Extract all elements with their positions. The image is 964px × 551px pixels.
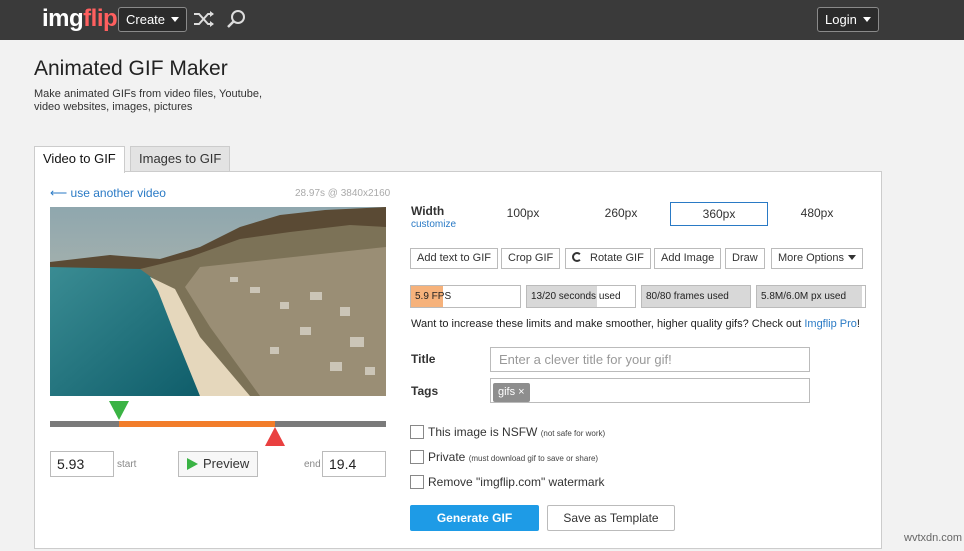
pixels-meter: 5.8M/6.0M px used bbox=[756, 285, 866, 308]
tag-chip[interactable]: gifs × bbox=[493, 383, 530, 402]
frames-meter: 80/80 frames used bbox=[641, 285, 751, 308]
search-icon[interactable] bbox=[226, 9, 246, 29]
fps-meter: 5.9 FPS bbox=[410, 285, 521, 308]
watermark-checkbox-row[interactable]: Remove "imgflip.com" watermark bbox=[410, 475, 605, 491]
imgflip-pro-link[interactable]: Imgflip Pro bbox=[804, 318, 857, 330]
chevron-down-icon bbox=[848, 255, 857, 260]
generate-gif-button[interactable]: Generate GIF bbox=[410, 505, 539, 531]
private-checkbox[interactable] bbox=[410, 450, 424, 464]
upgrade-notice: Want to increase these limits and make s… bbox=[411, 318, 860, 330]
tags-input[interactable]: gifs × bbox=[490, 378, 810, 403]
shuffle-icon[interactable] bbox=[193, 10, 215, 28]
tab-images-to-gif[interactable]: Images to GIF bbox=[130, 146, 231, 172]
video-preview[interactable] bbox=[50, 207, 386, 396]
login-button[interactable]: Login bbox=[817, 7, 879, 32]
tab-video-to-gif[interactable]: Video to GIF bbox=[34, 146, 125, 173]
use-another-video-link[interactable]: ⟵ use another video bbox=[50, 186, 166, 200]
rotate-icon bbox=[572, 252, 582, 262]
play-icon bbox=[187, 458, 198, 470]
width-option-480[interactable]: 480px bbox=[768, 202, 866, 226]
width-option-100[interactable]: 100px bbox=[474, 202, 572, 226]
width-label: Width bbox=[411, 204, 445, 218]
save-as-template-button[interactable]: Save as Template bbox=[547, 505, 675, 531]
top-nav-bar: imgflip Create Login bbox=[0, 0, 964, 40]
video-meta: 28.97s @ 3840x2160 bbox=[295, 188, 391, 199]
end-time-input[interactable]: 19.4 bbox=[322, 451, 386, 477]
chevron-down-icon bbox=[171, 17, 180, 22]
title-label: Title bbox=[411, 352, 436, 366]
tags-label: Tags bbox=[411, 384, 439, 398]
start-marker-handle[interactable] bbox=[109, 401, 129, 420]
preview-button[interactable]: Preview bbox=[178, 451, 258, 477]
remove-watermark-checkbox[interactable] bbox=[410, 475, 424, 489]
customize-width-link[interactable]: customize bbox=[411, 219, 456, 230]
trim-selection[interactable] bbox=[119, 421, 275, 427]
title-input[interactable]: Enter a clever title for your gif! bbox=[490, 347, 810, 372]
create-menu-button[interactable]: Create bbox=[118, 7, 188, 32]
add-text-button[interactable]: Add text to GIF bbox=[410, 248, 498, 269]
draw-button[interactable]: Draw bbox=[725, 248, 765, 269]
nsfw-checkbox-row[interactable]: This image is NSFW (not safe for work) bbox=[410, 425, 605, 441]
end-label: end bbox=[304, 459, 321, 470]
page-title: Animated GIF Maker bbox=[34, 57, 228, 80]
seconds-meter: 13/20 seconds used bbox=[526, 285, 636, 308]
crop-gif-button[interactable]: Crop GIF bbox=[501, 248, 561, 269]
site-watermark: wvtxdn.com bbox=[904, 532, 963, 544]
start-time-input[interactable]: 5.93 bbox=[50, 451, 114, 477]
imgflip-logo[interactable]: imgflip bbox=[42, 5, 118, 33]
end-marker-handle[interactable] bbox=[265, 427, 285, 446]
private-checkbox-row[interactable]: Private (must download gif to save or sh… bbox=[410, 450, 598, 466]
width-option-260[interactable]: 260px bbox=[572, 202, 670, 226]
page-description: Make animated GIFs from video files, You… bbox=[34, 88, 263, 113]
rotate-gif-button[interactable]: Rotate GIF bbox=[565, 248, 651, 269]
more-options-button[interactable]: More Options bbox=[771, 248, 864, 269]
start-label: start bbox=[117, 459, 137, 470]
width-option-360-selected[interactable]: 360px bbox=[670, 202, 768, 226]
chevron-down-icon bbox=[862, 17, 871, 22]
add-image-button[interactable]: Add Image bbox=[654, 248, 722, 269]
nsfw-checkbox[interactable] bbox=[410, 425, 424, 439]
